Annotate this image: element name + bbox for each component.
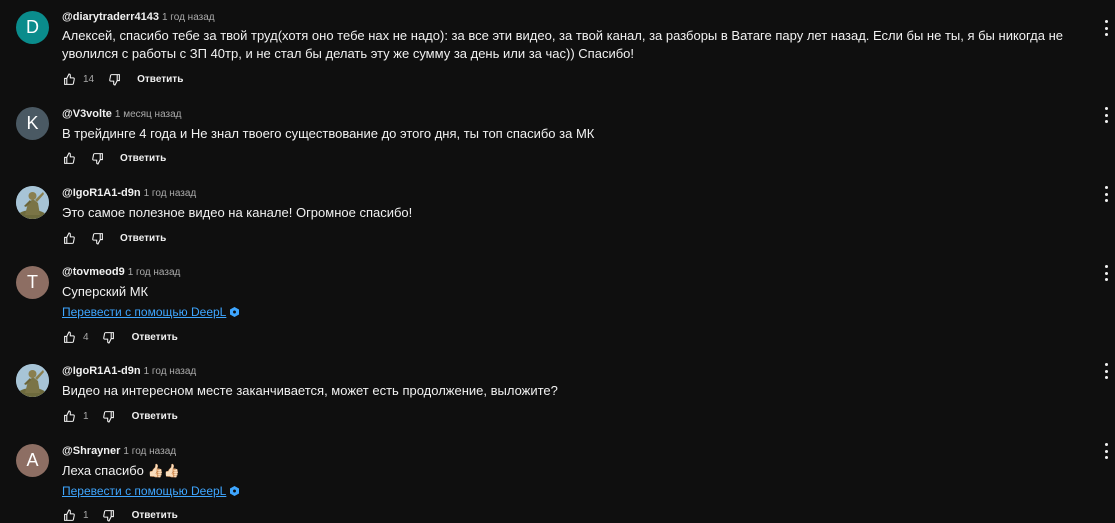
dislike-button[interactable]	[102, 508, 116, 522]
reply-button[interactable]: Ответить	[132, 332, 178, 343]
timestamp[interactable]: 1 год назад	[144, 366, 197, 377]
translate-link[interactable]: Перевести с помощью DeepL	[62, 484, 240, 498]
more-vert-icon	[1104, 107, 1108, 110]
comment-meta: @V3volte 1 месяц назад	[62, 107, 182, 122]
more-vert-icon	[1104, 265, 1108, 268]
comment-meta: @Shrayner 1 год назад	[62, 444, 176, 459]
avatar[interactable]	[16, 364, 49, 397]
more-vert-icon	[1104, 443, 1108, 446]
comment-text: Суперский МК	[62, 284, 149, 299]
comment-text: В трейдинге 4 года и Не знал твоего суще…	[62, 126, 595, 141]
like-button[interactable]	[62, 72, 76, 86]
more-options-button[interactable]	[1103, 265, 1109, 281]
reply-button[interactable]: Ответить	[120, 153, 166, 164]
more-vert-icon	[1104, 363, 1108, 366]
timestamp[interactable]: 1 год назад	[123, 446, 176, 457]
thumbs-down-icon	[103, 509, 114, 521]
statue-avatar-image	[16, 186, 49, 219]
translate-label[interactable]: Перевести с помощью DeepL	[62, 484, 226, 498]
author-name[interactable]: @V3volte	[62, 108, 112, 120]
like-count: 4	[83, 331, 89, 343]
thumbs-up-icon	[63, 410, 75, 422]
avatar[interactable]	[16, 186, 49, 219]
thumbs-up-icon	[63, 509, 75, 521]
like-button[interactable]	[62, 231, 76, 245]
author-name[interactable]: @Shrayner	[62, 445, 120, 457]
thumbs-up-icon	[63, 152, 75, 164]
thumbs-down-icon	[103, 410, 114, 422]
dislike-button[interactable]	[90, 231, 104, 245]
timestamp[interactable]: 1 год назад	[128, 267, 181, 278]
reply-button[interactable]: Ответить	[132, 510, 178, 521]
reply-button[interactable]: Ответить	[132, 411, 178, 422]
timestamp[interactable]: 1 месяц назад	[115, 109, 182, 120]
more-vert-icon	[1104, 20, 1108, 23]
more-options-button[interactable]	[1103, 443, 1109, 459]
dislike-button[interactable]	[90, 151, 104, 165]
thumbs-down-icon	[108, 73, 120, 85]
more-options-button[interactable]	[1103, 20, 1109, 36]
dislike-button[interactable]	[107, 72, 121, 86]
more-options-button[interactable]	[1103, 107, 1109, 123]
translate-label[interactable]: Перевести с помощью DeepL	[62, 305, 226, 319]
timestamp[interactable]: 1 год назад	[144, 188, 197, 199]
more-options-button[interactable]	[1103, 186, 1109, 202]
like-count: 14	[83, 73, 95, 85]
comment-text: Видео на интересном месте заканчивается,…	[62, 383, 558, 398]
avatar[interactable]: T	[16, 266, 49, 299]
more-options-button[interactable]	[1103, 363, 1109, 379]
like-button[interactable]	[62, 151, 76, 165]
comment-meta: @diarytraderr4143 1 год назад	[62, 10, 215, 25]
more-vert-icon	[1104, 186, 1108, 189]
avatar[interactable]: K	[16, 107, 49, 140]
reply-button[interactable]: Ответить	[120, 233, 166, 244]
dislike-button[interactable]	[102, 330, 116, 344]
thumbs-down-icon	[91, 152, 103, 164]
avatar[interactable]: D	[16, 11, 49, 44]
timestamp[interactable]: 1 год назад	[162, 12, 215, 23]
author-name[interactable]: @diarytraderr4143	[62, 11, 159, 23]
comment-meta: @tovmeod9 1 год назад	[62, 265, 180, 280]
comment-actions: Ответить	[62, 150, 166, 166]
like-button[interactable]	[62, 330, 76, 344]
translate-link[interactable]: Перевести с помощью DeepL	[62, 305, 240, 319]
like-button[interactable]	[62, 409, 76, 423]
thumbs-down-icon	[91, 232, 103, 244]
author-name[interactable]: @tovmeod9	[62, 266, 125, 278]
author-name[interactable]: @IgoR1A1-d9n	[62, 365, 141, 377]
deepl-icon	[230, 486, 240, 496]
thumbs-up-icon	[63, 232, 75, 244]
comment-actions: 1 Ответить	[62, 507, 178, 523]
like-count: 1	[83, 509, 89, 521]
like-count: 1	[83, 410, 89, 422]
comment-meta: @IgoR1A1-d9n 1 год назад	[62, 186, 196, 201]
statue-avatar-image	[16, 364, 49, 397]
thumbs-down-icon	[103, 331, 114, 343]
deepl-icon	[230, 307, 240, 317]
comment-text: Леха спасибо 👍🏻👍🏻	[62, 463, 180, 478]
comment-text: Это самое полезное видео на канале! Огро…	[62, 205, 413, 220]
comment-meta: @IgoR1A1-d9n 1 год назад	[62, 364, 196, 379]
comment-actions: 14 Ответить	[62, 71, 183, 87]
thumbs-up-icon	[63, 331, 75, 343]
comment-actions: Ответить	[62, 230, 166, 246]
dislike-button[interactable]	[102, 409, 116, 423]
comment-actions: 4 Ответить	[62, 329, 178, 345]
reply-button[interactable]: Ответить	[137, 74, 183, 85]
like-button[interactable]	[62, 508, 76, 522]
comment-actions: 1 Ответить	[62, 408, 178, 424]
comment-text: Алексей, спасибо тебе за твой труд(хотя …	[62, 28, 1064, 61]
author-name[interactable]: @IgoR1A1-d9n	[62, 187, 141, 199]
avatar[interactable]: A	[16, 444, 49, 477]
thumbs-up-icon	[63, 73, 75, 85]
